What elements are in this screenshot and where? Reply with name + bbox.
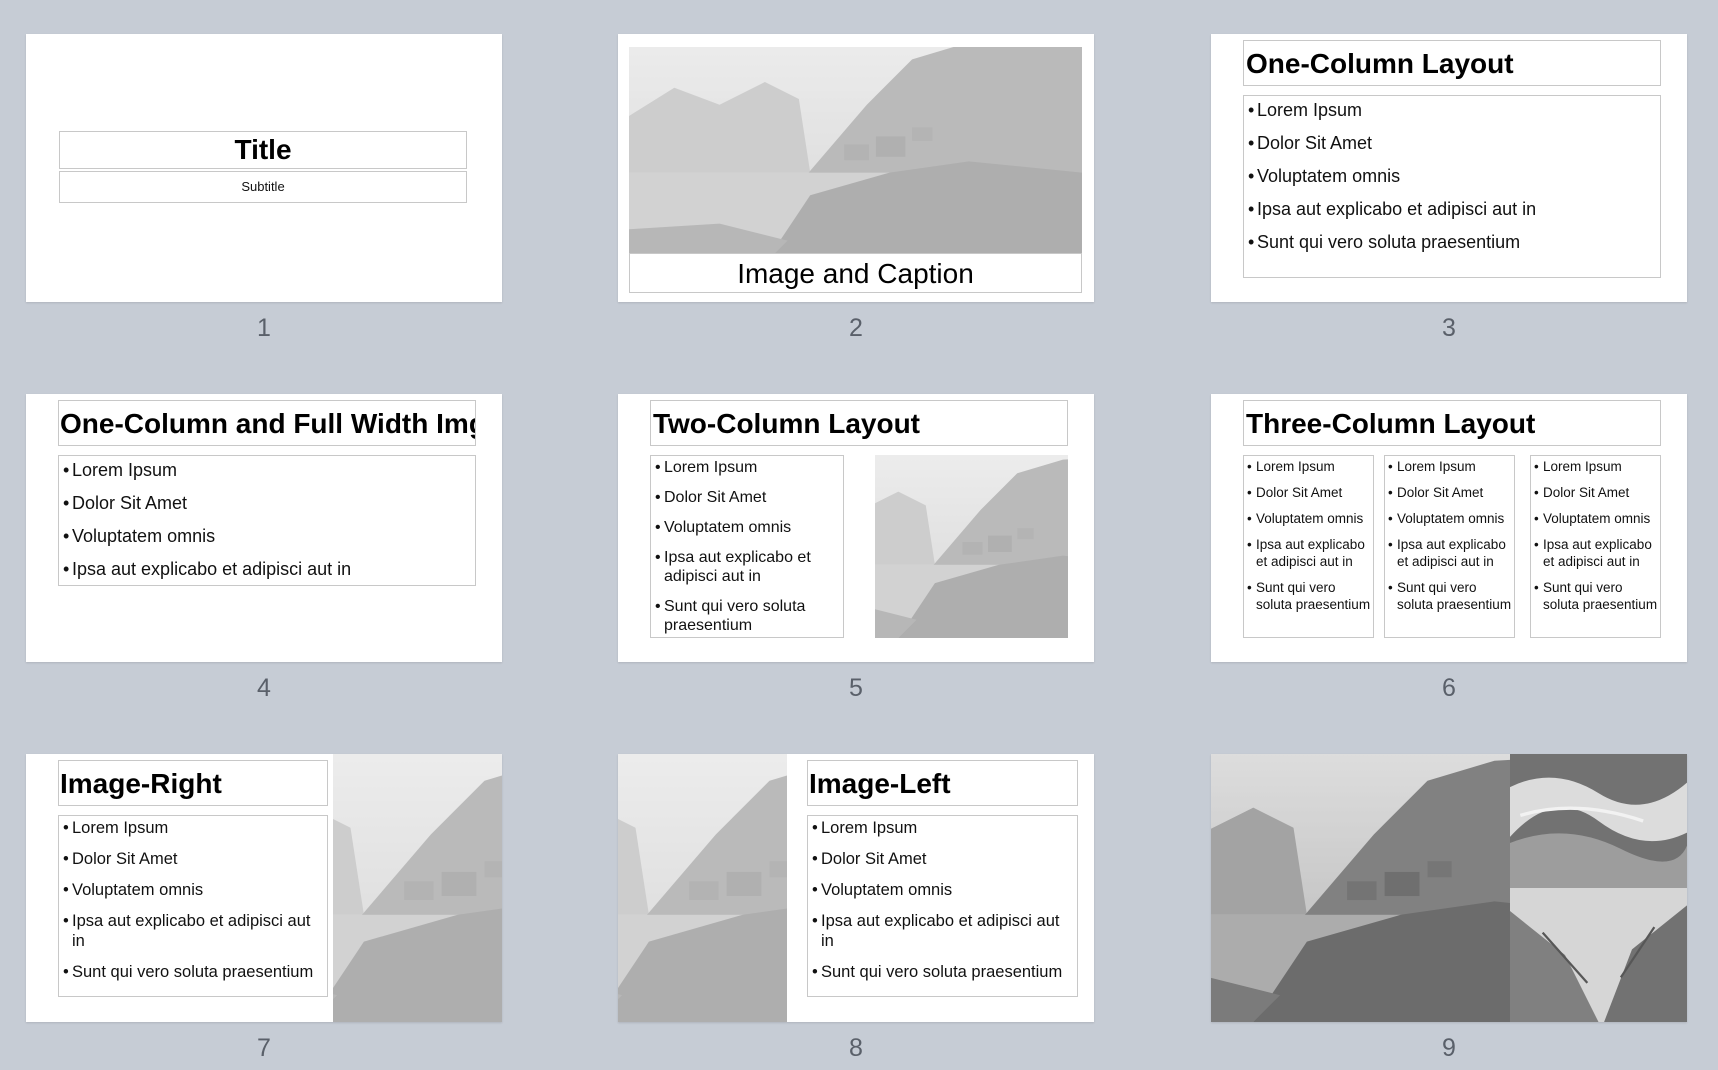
column-3-placeholder: Lorem Ipsum Dolor Sit Amet Voluptatem om… xyxy=(1530,455,1661,638)
canyon-photo xyxy=(1510,888,1687,1022)
waves-photo-icon xyxy=(1510,754,1687,888)
slide-thumbnail-8[interactable]: Image-Left Lorem Ipsum Dolor Sit Amet Vo… xyxy=(618,754,1094,1022)
bullet-item: Lorem Ipsum xyxy=(653,458,841,477)
bullet-item: Lorem Ipsum xyxy=(1246,100,1658,133)
title-placeholder: Two-Column Layout xyxy=(650,400,1068,446)
slide-number-4: 4 xyxy=(257,674,271,702)
image-placeholder xyxy=(333,754,502,1022)
content-placeholder: Lorem Ipsum Dolor Sit Amet Voluptatem om… xyxy=(807,815,1078,997)
slide-number-5: 5 xyxy=(849,674,863,702)
slide-number-3: 3 xyxy=(1442,314,1456,342)
image-placeholder xyxy=(875,455,1068,638)
bullet-item: Ipsa aut explicabo et adipisci aut in xyxy=(1246,199,1658,232)
bullet-item: Lorem Ipsum xyxy=(61,460,473,493)
bullet-item: Dolor Sit Amet xyxy=(810,849,1075,869)
bullet-item: Dolor Sit Amet xyxy=(1245,484,1372,501)
landscape-photo-icon xyxy=(333,754,502,1022)
slide-thumbnail-1[interactable]: Title Subtitle xyxy=(26,34,502,302)
bullet-item: Voluptatem omnis xyxy=(61,526,473,559)
bullet-item: Voluptatem omnis xyxy=(1532,510,1659,527)
slide-number-1: 1 xyxy=(257,314,271,342)
bullet-item: Dolor Sit Amet xyxy=(1386,484,1513,501)
title-placeholder: Image-Left xyxy=(807,760,1078,806)
landscape-photo-icon xyxy=(1211,754,1510,1022)
column-2-placeholder: Lorem Ipsum Dolor Sit Amet Voluptatem om… xyxy=(1384,455,1515,638)
bullet-item: Dolor Sit Amet xyxy=(1532,484,1659,501)
title-placeholder: Three-Column Layout xyxy=(1243,400,1661,446)
bullet-item: Sunt qui vero soluta praesentium xyxy=(1386,579,1513,613)
landscape-photo-icon xyxy=(618,754,787,1022)
bullet-item: Ipsa aut explicabo et adipisci aut in xyxy=(810,911,1075,951)
slide-number-7: 7 xyxy=(257,1034,271,1062)
bullet-item: Sunt qui vero soluta praesentium xyxy=(1245,579,1372,613)
subtitle-placeholder: Subtitle xyxy=(59,171,467,203)
bullet-item: Ipsa aut explicabo et adipisci aut in xyxy=(1386,536,1513,570)
caption-placeholder: Image and Caption xyxy=(629,253,1082,293)
title-placeholder: One-Column and Full Width Img xyxy=(58,400,476,446)
bullet-item: Ipsa aut explicabo et adipisci aut in xyxy=(1532,536,1659,570)
bullet-item: Sunt qui vero soluta praesentium xyxy=(653,597,841,635)
bullet-item: Lorem Ipsum xyxy=(1386,458,1513,475)
bullet-item: Voluptatem omnis xyxy=(1245,510,1372,527)
landscape-photo xyxy=(1211,754,1510,1022)
bullet-item: Lorem Ipsum xyxy=(1532,458,1659,475)
bullet-item: Dolor Sit Amet xyxy=(61,849,325,869)
slide-thumbnail-3[interactable]: One-Column Layout Lorem Ipsum Dolor Sit … xyxy=(1211,34,1687,302)
slide-number-9: 9 xyxy=(1442,1034,1456,1062)
bullet-item: Sunt qui vero soluta praesentium xyxy=(1532,579,1659,613)
slide-thumbnail-2[interactable]: Image and Caption xyxy=(618,34,1094,302)
bullet-item: Voluptatem omnis xyxy=(1386,510,1513,527)
bullet-item: Ipsa aut explicabo et adipisci aut in xyxy=(61,559,473,592)
bullet-item: Ipsa aut explicabo et adipisci aut in xyxy=(61,911,325,951)
landscape-photo-icon xyxy=(629,47,1082,253)
canyon-photo-icon xyxy=(1510,888,1687,1022)
bullet-item: Voluptatem omnis xyxy=(61,880,325,900)
slide-thumbnail-9[interactable] xyxy=(1211,754,1687,1022)
bullet-item: Dolor Sit Amet xyxy=(61,493,473,526)
landscape-photo-icon xyxy=(875,455,1068,638)
bullet-item: Lorem Ipsum xyxy=(810,818,1075,838)
slide-thumbnail-4[interactable]: One-Column and Full Width Img Lorem Ipsu… xyxy=(26,394,502,662)
title-placeholder: Image-Right xyxy=(58,760,328,806)
bullet-item: Voluptatem omnis xyxy=(1246,166,1658,199)
bullet-item: Sunt qui vero soluta praesentium xyxy=(1246,232,1658,265)
image-placeholder xyxy=(618,754,787,1022)
slide-thumbnail-5[interactable]: Two-Column Layout Lorem Ipsum Dolor Sit … xyxy=(618,394,1094,662)
slide-thumbnail-6[interactable]: Three-Column Layout Lorem Ipsum Dolor Si… xyxy=(1211,394,1687,662)
bullet-item: Sunt qui vero soluta praesentium xyxy=(810,962,1075,982)
slide-number-2: 2 xyxy=(849,314,863,342)
slide-thumbnail-7[interactable]: Image-Right Lorem Ipsum Dolor Sit Amet V… xyxy=(26,754,502,1022)
content-placeholder: Lorem Ipsum Dolor Sit Amet Voluptatem om… xyxy=(58,455,476,586)
content-placeholder: Lorem Ipsum Dolor Sit Amet Voluptatem om… xyxy=(650,455,844,638)
bullet-item: Voluptatem omnis xyxy=(653,518,841,537)
column-1-placeholder: Lorem Ipsum Dolor Sit Amet Voluptatem om… xyxy=(1243,455,1374,638)
title-placeholder: Title xyxy=(59,131,467,169)
bullet-item: Ipsa aut explicabo et adipisci aut in xyxy=(653,548,841,586)
bullet-item: Dolor Sit Amet xyxy=(653,488,841,507)
slide-number-8: 8 xyxy=(849,1034,863,1062)
bullet-item: Lorem Ipsum xyxy=(61,818,325,838)
title-placeholder: One-Column Layout xyxy=(1243,40,1661,86)
content-placeholder: Lorem Ipsum Dolor Sit Amet Voluptatem om… xyxy=(1243,95,1661,278)
landscape-photo-icon xyxy=(58,595,476,647)
slide-number-6: 6 xyxy=(1442,674,1456,702)
content-placeholder: Lorem Ipsum Dolor Sit Amet Voluptatem om… xyxy=(58,815,328,997)
bullet-item: Voluptatem omnis xyxy=(810,880,1075,900)
bullet-item: Sunt qui vero soluta praesentium xyxy=(61,962,325,982)
bullet-item: Dolor Sit Amet xyxy=(1246,133,1658,166)
bullet-item: Lorem Ipsum xyxy=(1245,458,1372,475)
waves-photo xyxy=(1510,754,1687,888)
bullet-item: Ipsa aut explicabo et adipisci aut in xyxy=(1245,536,1372,570)
image-placeholder xyxy=(58,595,476,647)
image-placeholder xyxy=(629,47,1082,253)
